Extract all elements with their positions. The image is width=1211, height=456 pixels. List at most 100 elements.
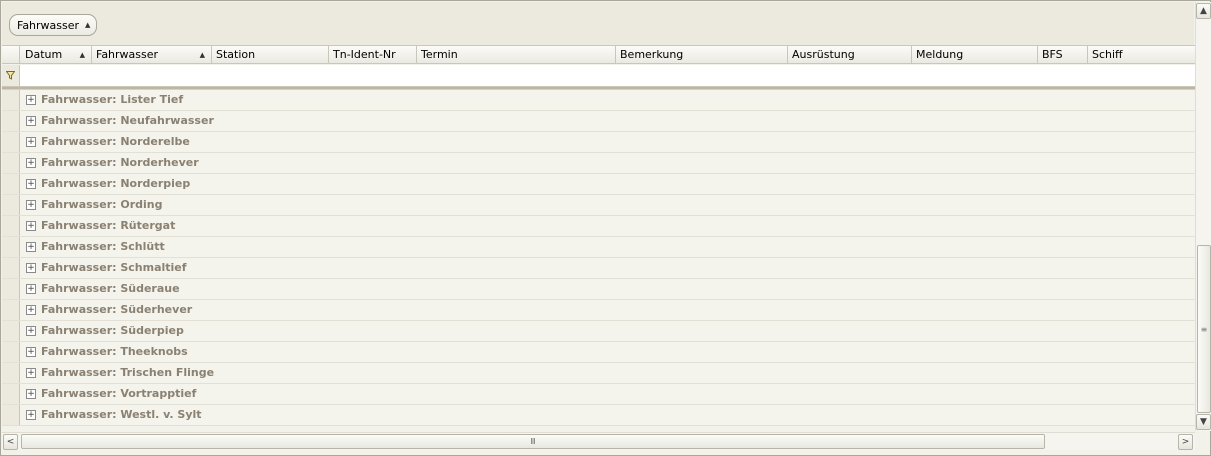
- expand-plus-icon[interactable]: +: [26, 116, 36, 126]
- expand-plus-icon[interactable]: +: [26, 179, 36, 189]
- group-row[interactable]: + Fahrwasser: Ording: [2, 195, 1195, 216]
- column-header-label: BFS: [1042, 48, 1063, 61]
- expand-plus-icon[interactable]: +: [26, 221, 36, 231]
- column-header-label: Station: [216, 48, 256, 61]
- expand-plus-icon[interactable]: +: [26, 410, 36, 420]
- column-header-meldung[interactable]: Meldung: [912, 46, 1038, 64]
- group-row-label: Fahrwasser: Norderpiep: [41, 177, 191, 190]
- expand-plus-icon[interactable]: +: [26, 305, 36, 315]
- grid-frame: Fahrwasser ▲ Datum ▲ Fahrwasser ▲ Statio…: [0, 0, 1211, 456]
- column-header-ausruestung[interactable]: Ausrüstung: [788, 46, 912, 64]
- group-row[interactable]: + Fahrwasser: Schlütt: [2, 237, 1195, 258]
- row-selector[interactable]: [2, 195, 20, 215]
- column-header-schiff[interactable]: Schiff: [1088, 46, 1195, 64]
- column-header-label: Tn-Ident-Nr: [333, 48, 396, 61]
- vertical-scroll-thumb[interactable]: ≡: [1197, 245, 1211, 413]
- column-header-termin[interactable]: Termin: [417, 46, 616, 64]
- column-header-label: Termin: [421, 48, 458, 61]
- group-row[interactable]: + Fahrwasser: Norderpiep: [2, 174, 1195, 195]
- row-selector[interactable]: [2, 300, 20, 320]
- group-row-label: Fahrwasser: Vortrapptief: [41, 387, 197, 400]
- sort-ascending-icon: ▲: [199, 51, 205, 59]
- row-selector[interactable]: [2, 258, 20, 278]
- group-row-label: Fahrwasser: Westl. v. Sylt: [41, 408, 202, 421]
- grip-icon: Ⅲ: [530, 437, 536, 446]
- group-row[interactable]: + Fahrwasser: Süderpiep: [2, 321, 1195, 342]
- row-selector[interactable]: [2, 237, 20, 257]
- column-header-bemerkung[interactable]: Bemerkung: [616, 46, 788, 64]
- column-header-label: Datum: [25, 48, 63, 61]
- row-selector[interactable]: [2, 216, 20, 236]
- group-row[interactable]: + Fahrwasser: Süderhever: [2, 300, 1195, 321]
- scroll-right-button[interactable]: >: [1178, 434, 1193, 450]
- column-header-label: Bemerkung: [620, 48, 684, 61]
- expand-plus-icon[interactable]: +: [26, 368, 36, 378]
- expand-plus-icon[interactable]: +: [26, 137, 36, 147]
- group-row[interactable]: + Fahrwasser: Norderelbe: [2, 132, 1195, 153]
- group-row-label: Fahrwasser: Lister Tief: [41, 93, 184, 106]
- group-row[interactable]: + Fahrwasser: Norderhever: [2, 153, 1195, 174]
- group-row[interactable]: + Fahrwasser: Trischen Flinge: [2, 363, 1195, 384]
- row-selector[interactable]: [2, 363, 20, 383]
- filter-row[interactable]: [2, 65, 1195, 87]
- expand-plus-icon[interactable]: +: [26, 389, 36, 399]
- expand-plus-icon[interactable]: +: [26, 326, 36, 336]
- row-selector[interactable]: [2, 90, 20, 110]
- expand-plus-icon[interactable]: +: [26, 158, 36, 168]
- expand-plus-icon[interactable]: +: [26, 284, 36, 294]
- group-row[interactable]: + Fahrwasser: Neufahrwasser: [2, 111, 1195, 132]
- column-header-label: Meldung: [916, 48, 964, 61]
- chevron-right-icon: >: [1181, 437, 1190, 447]
- group-row[interactable]: + Fahrwasser: Theeknobs: [2, 342, 1195, 363]
- column-header-tn-ident-nr[interactable]: Tn-Ident-Nr: [329, 46, 417, 64]
- group-row-label: Fahrwasser: Schmaltief: [41, 261, 187, 274]
- group-row[interactable]: + Fahrwasser: Rütergat: [2, 216, 1195, 237]
- expand-plus-icon[interactable]: +: [26, 263, 36, 273]
- group-row-label: Fahrwasser: Schlütt: [41, 240, 165, 253]
- chevron-down-icon: ▼: [1200, 417, 1207, 427]
- column-header-datum[interactable]: Datum ▲: [21, 46, 92, 64]
- row-selector[interactable]: [2, 111, 20, 131]
- group-row[interactable]: + Fahrwasser: Lister Tief: [2, 90, 1195, 111]
- row-selector[interactable]: [2, 384, 20, 404]
- column-header-bfs[interactable]: BFS: [1038, 46, 1088, 64]
- vertical-scrollbar[interactable]: ▲ ≡ ▼: [1195, 2, 1211, 431]
- scroll-up-button[interactable]: ▲: [1196, 3, 1211, 19]
- grid-header: Datum ▲ Fahrwasser ▲ Station Tn-Ident-Nr…: [2, 45, 1195, 64]
- column-header-label: Schiff: [1092, 48, 1123, 61]
- filter-icon: [6, 71, 15, 80]
- row-selector[interactable]: [2, 405, 20, 425]
- group-row-label: Fahrwasser: Trischen Flinge: [41, 366, 215, 379]
- group-by-chip-fahrwasser[interactable]: Fahrwasser ▲: [9, 14, 98, 36]
- group-rows: + Fahrwasser: Lister Tief + Fahrwasser: Ne…: [2, 90, 1195, 427]
- sort-ascending-icon: ▲: [85, 21, 91, 29]
- row-selector[interactable]: [2, 132, 20, 152]
- group-row-label: Fahrwasser: Rütergat: [41, 219, 176, 232]
- group-row[interactable]: + Fahrwasser: Schmaltief: [2, 258, 1195, 279]
- group-row[interactable]: + Fahrwasser: Süderaue: [2, 279, 1195, 300]
- group-row-label: Fahrwasser: Süderaue: [41, 282, 180, 295]
- horizontal-scroll-thumb[interactable]: Ⅲ: [21, 434, 1045, 449]
- group-row[interactable]: + Fahrwasser: Vortrapptief: [2, 384, 1195, 405]
- expand-plus-icon[interactable]: +: [26, 95, 36, 105]
- horizontal-scrollbar[interactable]: < Ⅲ >: [2, 432, 1195, 450]
- row-selector[interactable]: [2, 153, 20, 173]
- group-row-label: Fahrwasser: Theeknobs: [41, 345, 188, 358]
- row-selector[interactable]: [2, 342, 20, 362]
- column-header-station[interactable]: Station: [212, 46, 329, 64]
- row-selector[interactable]: [2, 279, 20, 299]
- group-row-label: Fahrwasser: Norderhever: [41, 156, 199, 169]
- expand-plus-icon[interactable]: +: [26, 347, 36, 357]
- group-row[interactable]: + Fahrwasser: Westl. v. Sylt: [2, 405, 1195, 426]
- expand-plus-icon[interactable]: +: [26, 242, 36, 252]
- grip-icon: ≡: [1200, 324, 1208, 334]
- row-selector[interactable]: [2, 174, 20, 194]
- filter-row-selector[interactable]: [2, 65, 20, 86]
- scroll-down-button[interactable]: ▼: [1196, 414, 1211, 430]
- row-selector[interactable]: [2, 321, 20, 341]
- expand-plus-icon[interactable]: +: [26, 200, 36, 210]
- scroll-left-button[interactable]: <: [3, 434, 18, 450]
- group-by-panel: Fahrwasser ▲: [2, 2, 1194, 45]
- column-header-fahrwasser[interactable]: Fahrwasser ▲: [92, 46, 212, 64]
- group-chip-label: Fahrwasser: [17, 18, 80, 32]
